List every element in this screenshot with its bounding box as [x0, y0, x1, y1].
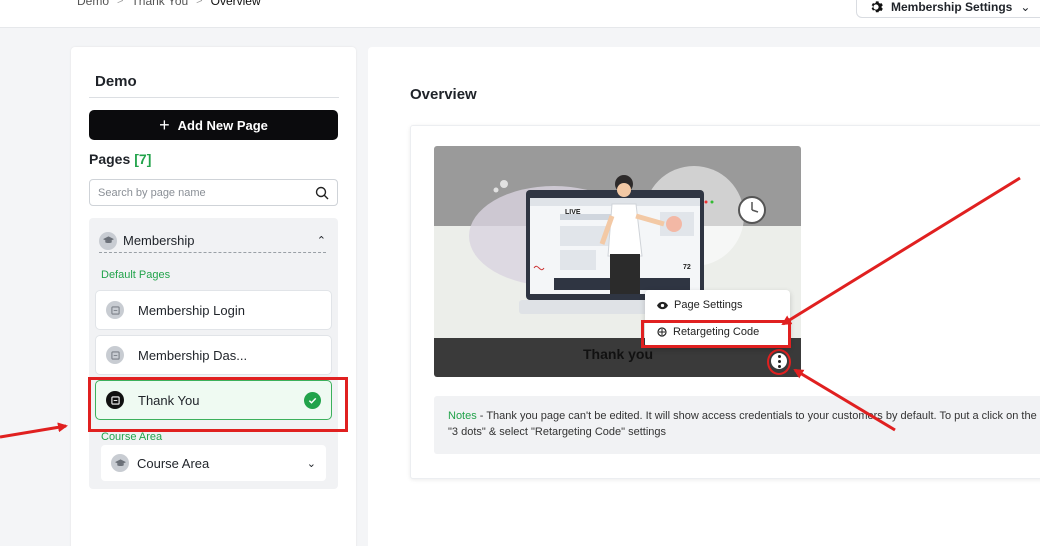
- add-new-page-button[interactable]: + Add New Page: [89, 110, 338, 140]
- menu-item-label: Page Settings: [674, 299, 743, 311]
- membership-settings-button[interactable]: Membership Settings ⌄: [856, 0, 1040, 18]
- notes-box: Notes - Thank you page can't be edited. …: [434, 396, 1040, 454]
- course-area-label: Course Area: [101, 431, 163, 443]
- pages-sidebar: Demo + Add New Page Pages [7] Search by p…: [71, 47, 356, 546]
- chevron-down-icon: ⌄: [306, 457, 316, 470]
- pages-count: [7]: [134, 151, 152, 167]
- membership-settings-label: Membership Settings: [891, 0, 1013, 14]
- graduation-cap-icon: [99, 231, 117, 250]
- site-title: Demo: [95, 73, 137, 90]
- course-area-dropdown[interactable]: Course Area ⌄: [101, 445, 326, 481]
- page-item-membership-login[interactable]: Membership Login: [95, 290, 332, 330]
- annotation-circle-dots: [767, 349, 791, 375]
- breadcrumb-thank-you[interactable]: Thank You: [131, 0, 188, 8]
- arrow-to-thank-you: [0, 422, 68, 439]
- annotation-highlight-retargeting: [641, 320, 791, 348]
- add-new-page-label: Add New Page: [177, 117, 268, 133]
- search-placeholder: Search by page name: [98, 186, 206, 199]
- membership-group-header[interactable]: Membership ⌃: [99, 228, 326, 253]
- default-pages-label: Default Pages: [101, 269, 171, 281]
- eye-icon: [657, 301, 668, 309]
- page-item-label: Membership Das...: [138, 347, 248, 363]
- search-input[interactable]: Search by page name: [89, 179, 338, 206]
- menu-item-page-settings[interactable]: Page Settings: [657, 299, 743, 311]
- breadcrumb: Demo > Thank You > Overview: [77, 0, 261, 8]
- divider: [89, 97, 339, 98]
- page-item-label: Membership Login: [138, 302, 245, 318]
- page-icon: [106, 301, 124, 319]
- course-area-item-label: Course Area: [137, 455, 210, 471]
- annotation-highlight-thank-you: [88, 377, 348, 432]
- pages-header: Pages [7]: [89, 151, 151, 167]
- divider: [99, 252, 326, 253]
- breadcrumb-separator: >: [196, 0, 203, 7]
- plus-icon: +: [159, 115, 170, 135]
- membership-group-label: Membership: [123, 233, 195, 248]
- page-item-membership-dashboard[interactable]: Membership Das...: [95, 335, 332, 375]
- viewer-count: 72: [683, 264, 691, 271]
- search-icon: [315, 186, 329, 199]
- breadcrumb-separator: >: [117, 0, 124, 7]
- breadcrumb-overview: Overview: [210, 0, 261, 8]
- notes-label: Notes: [448, 410, 477, 422]
- membership-group: Membership ⌃ Default Pages Membership Lo…: [89, 218, 338, 489]
- pages-label: Pages: [89, 151, 131, 167]
- notes-text: - Thank you page can't be edited. It wil…: [448, 410, 1037, 438]
- gear-icon: [871, 1, 883, 13]
- top-bar: Demo > Thank You > Overview Membership S…: [0, 0, 1040, 28]
- page-title: Overview: [410, 86, 477, 103]
- page-icon: [106, 346, 124, 364]
- live-badge: LIVE: [565, 209, 581, 216]
- chevron-down-icon: ⌄: [1020, 0, 1031, 14]
- breadcrumb-demo[interactable]: Demo: [77, 0, 109, 8]
- chevron-up-icon[interactable]: ⌃: [317, 234, 326, 247]
- thumbnail-title: Thank you: [583, 346, 654, 362]
- graduation-cap-icon: [111, 454, 129, 472]
